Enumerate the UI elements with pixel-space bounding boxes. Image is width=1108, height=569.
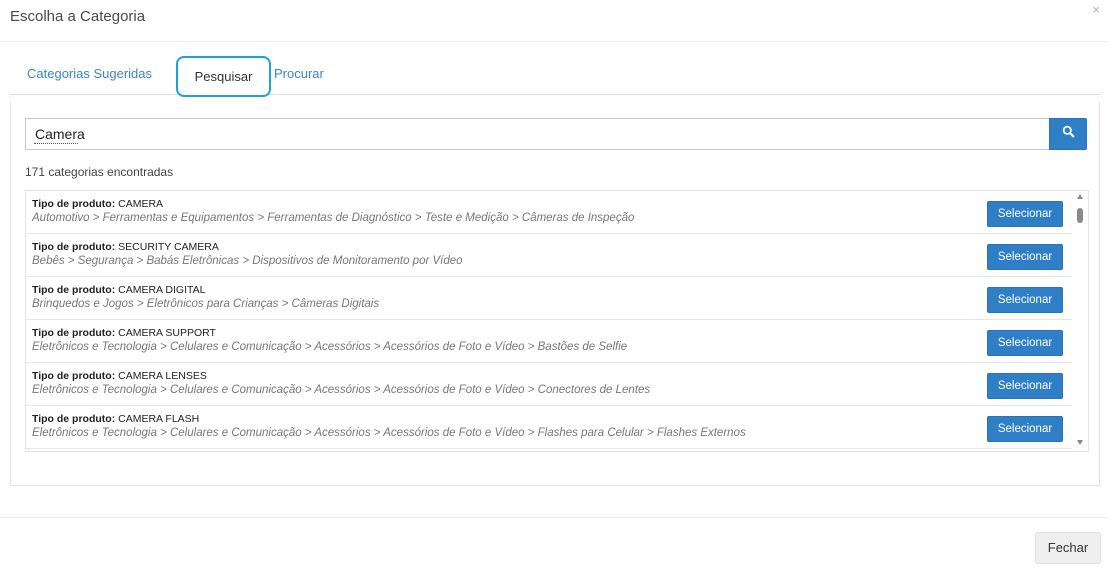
list-item: Tipo de produto: SECURITY CAMERA Bebês >… bbox=[26, 234, 1072, 277]
list-item: Tipo de produto: CAMERA DIGITAL Brinqued… bbox=[26, 277, 1072, 320]
product-type: Tipo de produto: CAMERA LENSES bbox=[32, 370, 207, 382]
close-icon[interactable]: × bbox=[1092, 2, 1100, 17]
modal-footer-divider bbox=[0, 517, 1108, 518]
category-path: Eletrônicos e Tecnologia > Celulares e C… bbox=[32, 427, 746, 439]
results-count: 171 categorias encontradas bbox=[25, 165, 174, 179]
product-type: Tipo de produto: CAMERA DIGITAL bbox=[32, 284, 205, 296]
select-button[interactable]: Selecionar bbox=[987, 201, 1063, 227]
product-type-value: CAMERA LENSES bbox=[118, 370, 207, 382]
scrollbar-thumb[interactable] bbox=[1077, 208, 1083, 223]
product-type-value: CAMERA DIGITAL bbox=[118, 284, 206, 296]
category-path: Eletrônicos e Tecnologia > Celulares e C… bbox=[32, 341, 628, 353]
product-type-value: SECURITY CAMERA bbox=[118, 241, 219, 253]
list-item: Tipo de produto: CAMERA Automotivo > Fer… bbox=[26, 191, 1072, 234]
product-type-value: CAMERA SUPPORT bbox=[118, 327, 216, 339]
select-button[interactable]: Selecionar bbox=[987, 416, 1063, 442]
product-type-label: Tipo de produto: bbox=[32, 284, 116, 296]
product-type-label: Tipo de produto: bbox=[32, 198, 116, 210]
select-button[interactable]: Selecionar bbox=[987, 330, 1063, 356]
modal-title: Escolha a Categoria bbox=[10, 8, 146, 25]
product-type-value: CAMERA FLASH bbox=[118, 413, 200, 425]
tab-categorias-sugeridas[interactable]: Categorias Sugeridas bbox=[27, 66, 152, 81]
search-button[interactable] bbox=[1049, 118, 1087, 150]
search-bar bbox=[25, 118, 1087, 150]
list-item: Tipo de produto: CAMERA LENSES Eletrônic… bbox=[26, 363, 1072, 406]
scroll-down-arrow-icon[interactable] bbox=[1077, 440, 1083, 445]
modal-header: Escolha a Categoria × bbox=[0, 0, 1108, 42]
product-type-label: Tipo de produto: bbox=[32, 327, 116, 339]
scrollbar[interactable] bbox=[1072, 191, 1088, 451]
list-item: Tipo de produto: CAMERA FLASH Eletrônico… bbox=[26, 406, 1072, 449]
product-type-label: Tipo de produto: bbox=[32, 413, 116, 425]
product-type: Tipo de produto: CAMERA bbox=[32, 198, 163, 210]
search-icon bbox=[1062, 125, 1075, 143]
category-path: Automotivo > Ferramentas e Equipamentos … bbox=[32, 212, 635, 224]
select-button[interactable]: Selecionar bbox=[987, 373, 1063, 399]
tab-pesquisar[interactable]: Pesquisar bbox=[176, 56, 271, 97]
select-button[interactable]: Selecionar bbox=[987, 244, 1063, 270]
category-path: Eletrônicos e Tecnologia > Celulares e C… bbox=[32, 384, 651, 396]
tab-bar: Categorias Sugeridas Pesquisar Procurar bbox=[10, 56, 1100, 97]
tab-procurar[interactable]: Procurar bbox=[274, 66, 324, 81]
product-type: Tipo de produto: SECURITY CAMERA bbox=[32, 241, 219, 253]
product-type-label: Tipo de produto: bbox=[32, 370, 116, 382]
product-type: Tipo de produto: CAMERA SUPPORT bbox=[32, 327, 216, 339]
product-type-label: Tipo de produto: bbox=[32, 241, 116, 253]
scroll-up-arrow-icon[interactable] bbox=[1077, 194, 1083, 199]
category-path: Bebês > Segurança > Babás Eletrônicas > … bbox=[32, 255, 463, 267]
search-input[interactable] bbox=[25, 118, 1049, 150]
product-type: Tipo de produto: CAMERA FLASH bbox=[32, 413, 199, 425]
close-button[interactable]: Fechar bbox=[1035, 532, 1101, 564]
list-item: Tipo de produto: CAMERA SUPPORT Eletrôni… bbox=[26, 320, 1072, 363]
category-path: Brinquedos e Jogos > Eletrônicos para Cr… bbox=[32, 298, 380, 310]
select-button[interactable]: Selecionar bbox=[987, 287, 1063, 313]
product-type-value: CAMERA bbox=[118, 198, 164, 210]
category-results-list: Tipo de produto: CAMERA Automotivo > Fer… bbox=[25, 190, 1089, 452]
